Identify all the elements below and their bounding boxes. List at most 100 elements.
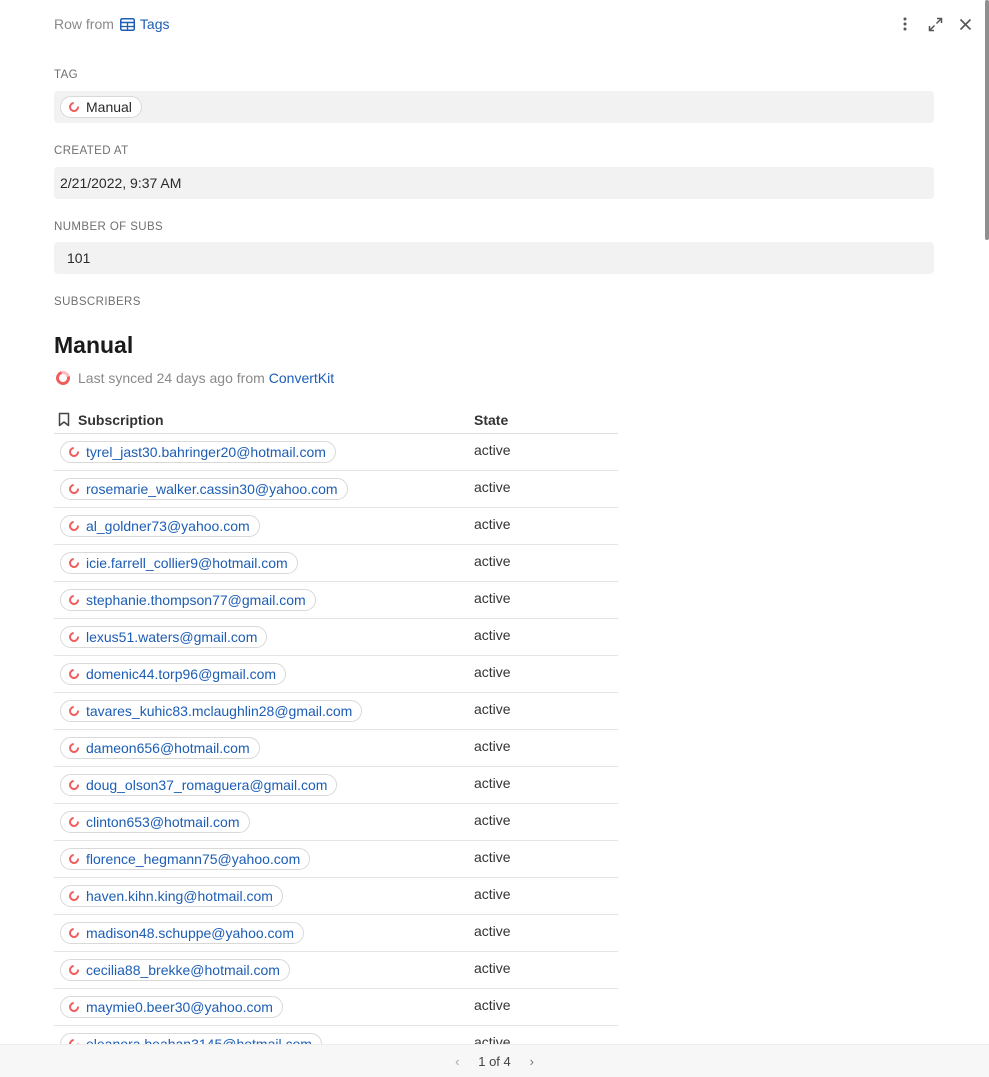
subscription-email: doug_olson37_romaguera@gmail.com bbox=[86, 777, 328, 793]
table-row[interactable]: florence_hegmann75@yahoo.com active bbox=[54, 841, 618, 878]
state-cell: active bbox=[474, 590, 511, 606]
close-button[interactable] bbox=[955, 12, 975, 36]
convertkit-icon bbox=[66, 518, 82, 534]
convertkit-icon bbox=[66, 555, 82, 571]
subscription-email: cecilia88_brekke@hotmail.com bbox=[86, 962, 280, 978]
created-at-value: 2/21/2022, 9:37 AM bbox=[60, 175, 182, 191]
subscription-chip[interactable]: clinton653@hotmail.com bbox=[60, 811, 250, 833]
sync-source-link[interactable]: ConvertKit bbox=[269, 370, 334, 386]
column-header-subscription[interactable]: Subscription bbox=[54, 412, 474, 428]
subscription-email: lexus51.waters@gmail.com bbox=[86, 629, 258, 645]
subscribers-label: SUBSCRIBERS bbox=[54, 296, 141, 308]
subscription-chip[interactable]: lexus51.waters@gmail.com bbox=[60, 626, 268, 648]
subscription-chip[interactable]: domenic44.torp96@gmail.com bbox=[60, 663, 287, 685]
subscription-cell: domenic44.torp96@gmail.com bbox=[54, 663, 474, 685]
subscription-chip[interactable]: icie.farrell_collier9@hotmail.com bbox=[60, 552, 298, 574]
tag-chip[interactable]: Manual bbox=[60, 96, 142, 118]
number-of-subs-field[interactable]: 101 bbox=[54, 242, 934, 274]
close-icon bbox=[959, 18, 971, 30]
subscription-email: rosemarie_walker.cassin30@yahoo.com bbox=[86, 481, 338, 497]
subscription-email: haven.kihn.king@hotmail.com bbox=[86, 888, 273, 904]
tag-label: TAG bbox=[54, 69, 78, 81]
subscription-chip[interactable]: tyrel_jast30.bahringer20@hotmail.com bbox=[60, 441, 336, 463]
state-cell: active bbox=[474, 923, 511, 939]
prev-page-button[interactable]: ‹ bbox=[450, 1054, 464, 1069]
table-row[interactable]: cecilia88_brekke@hotmail.com active bbox=[54, 952, 618, 989]
subscription-chip[interactable]: haven.kihn.king@hotmail.com bbox=[60, 885, 283, 907]
subscription-cell: maymie0.beer30@yahoo.com bbox=[54, 996, 474, 1018]
convertkit-icon bbox=[66, 740, 82, 756]
header-actions bbox=[895, 12, 975, 36]
subscription-cell: al_goldner73@yahoo.com bbox=[54, 515, 474, 537]
convertkit-icon bbox=[66, 851, 82, 867]
subscription-cell: tyrel_jast30.bahringer20@hotmail.com bbox=[54, 441, 474, 463]
subscription-chip[interactable]: dameon656@hotmail.com bbox=[60, 737, 260, 759]
table-row[interactable]: clinton653@hotmail.com active bbox=[54, 804, 618, 841]
state-cell: active bbox=[474, 960, 511, 976]
subscription-cell: icie.farrell_collier9@hotmail.com bbox=[54, 552, 474, 574]
subscription-chip[interactable]: maymie0.beer30@yahoo.com bbox=[60, 996, 283, 1018]
subscription-cell: stephanie.thompson77@gmail.com bbox=[54, 589, 474, 611]
row-source: Row from Tags bbox=[54, 16, 169, 32]
subscription-cell: clinton653@hotmail.com bbox=[54, 811, 474, 833]
convertkit-icon bbox=[66, 703, 82, 719]
subscription-email: dameon656@hotmail.com bbox=[86, 740, 250, 756]
subscription-chip[interactable]: cecilia88_brekke@hotmail.com bbox=[60, 959, 290, 981]
subscription-chip[interactable]: madison48.schuppe@yahoo.com bbox=[60, 922, 305, 944]
state-cell: active bbox=[474, 553, 511, 569]
convertkit-icon bbox=[66, 444, 82, 460]
next-page-button[interactable]: › bbox=[525, 1054, 539, 1069]
subscription-cell: haven.kihn.king@hotmail.com bbox=[54, 885, 474, 907]
created-at-field[interactable]: 2/21/2022, 9:37 AM bbox=[54, 167, 934, 199]
table-body: tyrel_jast30.bahringer20@hotmail.comacti… bbox=[54, 434, 618, 1063]
subscription-chip[interactable]: al_goldner73@yahoo.com bbox=[60, 515, 260, 537]
table-header: Subscription State bbox=[54, 406, 618, 434]
subscriptions-table: Subscription State tyrel_jast30.bahringe… bbox=[54, 406, 618, 1063]
bookmark-icon bbox=[58, 412, 70, 427]
table-row[interactable]: dameon656@hotmail.com active bbox=[54, 730, 618, 767]
subscription-email: maymie0.beer30@yahoo.com bbox=[86, 999, 273, 1015]
more-icon bbox=[903, 17, 907, 31]
table-row[interactable]: doug_olson37_romaguera@gmail.com active bbox=[54, 767, 618, 804]
table-row[interactable]: tyrel_jast30.bahringer20@hotmail.com acti… bbox=[54, 434, 618, 471]
subscription-cell: dameon656@hotmail.com bbox=[54, 737, 474, 759]
table-row[interactable]: tavares_kuhic83.mclaughlin28@gmail.com ac… bbox=[54, 693, 618, 730]
table-row[interactable]: icie.farrell_collier9@hotmail.com active bbox=[54, 545, 618, 582]
scrollbar[interactable] bbox=[985, 0, 989, 240]
table-row[interactable]: al_goldner73@yahoo.com active bbox=[54, 508, 618, 545]
state-cell: active bbox=[474, 701, 511, 717]
convertkit-icon bbox=[66, 481, 82, 497]
convertkit-icon bbox=[53, 368, 73, 388]
table-row[interactable]: rosemarie_walker.cassin30@yahoo.com activ… bbox=[54, 471, 618, 508]
subscription-chip[interactable]: florence_hegmann75@yahoo.com bbox=[60, 848, 311, 870]
table-row[interactable]: haven.kihn.king@hotmail.com active bbox=[54, 878, 618, 915]
number-of-subs-label: NUMBER OF SUBS bbox=[54, 221, 164, 233]
state-cell: active bbox=[474, 516, 511, 532]
expand-icon bbox=[928, 17, 942, 31]
subscription-chip[interactable]: rosemarie_walker.cassin30@yahoo.com bbox=[60, 478, 348, 500]
column-header-state[interactable]: State bbox=[474, 412, 618, 428]
subscription-chip[interactable]: tavares_kuhic83.mclaughlin28@gmail.com bbox=[60, 700, 363, 722]
subscription-chip[interactable]: stephanie.thompson77@gmail.com bbox=[60, 589, 316, 611]
state-cell: active bbox=[474, 886, 511, 902]
subscription-email: madison48.schuppe@yahoo.com bbox=[86, 925, 295, 941]
tag-field[interactable]: Manual bbox=[54, 91, 934, 123]
subscription-cell: doug_olson37_romaguera@gmail.com bbox=[54, 774, 474, 796]
table-row[interactable]: domenic44.torp96@gmail.com active bbox=[54, 656, 618, 693]
convertkit-icon bbox=[66, 888, 82, 904]
table-row[interactable]: lexus51.waters@gmail.com active bbox=[54, 619, 618, 656]
sync-status-text: Last synced 24 days ago from bbox=[78, 370, 265, 386]
table-row[interactable]: madison48.schuppe@yahoo.com active bbox=[54, 915, 618, 952]
subscription-email: clinton653@hotmail.com bbox=[86, 814, 240, 830]
convertkit-icon bbox=[66, 629, 82, 645]
more-button[interactable] bbox=[895, 12, 915, 36]
number-of-subs-value: 101 bbox=[67, 250, 91, 266]
subscription-chip[interactable]: doug_olson37_romaguera@gmail.com bbox=[60, 774, 338, 796]
expand-button[interactable] bbox=[925, 12, 945, 36]
table-row[interactable]: maymie0.beer30@yahoo.com active bbox=[54, 989, 618, 1026]
table-row[interactable]: stephanie.thompson77@gmail.com active bbox=[54, 582, 618, 619]
subscription-cell: cecilia88_brekke@hotmail.com bbox=[54, 959, 474, 981]
source-table-link[interactable]: Tags bbox=[119, 16, 169, 32]
panel-header: Row from Tags bbox=[0, 0, 989, 48]
state-cell: active bbox=[474, 812, 511, 828]
